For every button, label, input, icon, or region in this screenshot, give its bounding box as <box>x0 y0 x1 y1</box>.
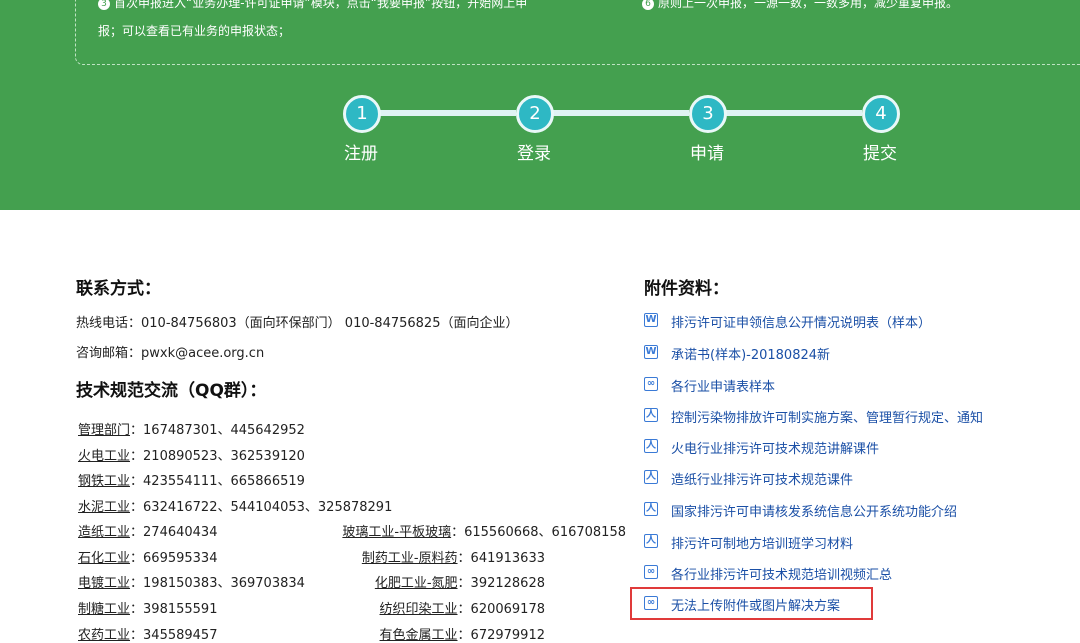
step-connector-1 <box>378 110 516 116</box>
step-1-label: 注册 <box>344 144 378 164</box>
word-doc-icon: W <box>644 313 658 327</box>
qq-group-name[interactable]: 农药工业 <box>78 628 130 643</box>
attachment-label[interactable]: 国家排污许可申请核发系统信息公开系统功能介绍 <box>671 501 957 520</box>
step-4-circle: 4 <box>862 95 900 133</box>
qq-row: 管理部门：167487301、445642952 <box>78 419 305 438</box>
contact-title: 联系方式： <box>76 279 161 299</box>
qq-group-number: 398155591 <box>143 602 218 617</box>
qq-group-name[interactable]: 石化工业 <box>78 551 130 566</box>
qq-group-number: 210890523、362539120 <box>143 449 305 464</box>
step-4-label: 提交 <box>863 144 897 164</box>
qq-separator: ： <box>130 474 144 489</box>
step-2-circle: 2 <box>516 95 554 133</box>
qq-group-name[interactable]: 玻璃工业-平板玻璃 <box>342 525 451 540</box>
attachment-label[interactable]: 排污许可制地方培训班学习材料 <box>671 533 853 552</box>
step-connector-3 <box>724 110 862 116</box>
attachments-title: 附件资料： <box>644 279 729 299</box>
qq-row: 制糖工业：398155591 <box>78 598 217 617</box>
attachment-label[interactable]: 火电行业排污许可技术规范讲解课件 <box>671 438 879 457</box>
qq-row: 电镀工业：198150383、369703834 <box>78 572 305 591</box>
qq-group-number: 669595334 <box>143 551 218 566</box>
attachment-label[interactable]: 控制污染物排放许可制实施方案、管理暂行规定、通知 <box>671 407 983 426</box>
qq-row: 玻璃工业-平板玻璃：615560668、616708158 <box>300 521 626 540</box>
contact-email: 咨询邮箱：pwxk@acee.org.cn <box>76 346 265 361</box>
qq-row: 有色金属工业：672979912 <box>300 624 545 643</box>
qq-separator: ： <box>457 628 471 643</box>
pdf-icon: 人 <box>644 534 658 548</box>
qq-group-number: 632416722、544104053、325878291 <box>143 500 393 515</box>
attachment-label[interactable]: 排污许可证申领信息公开情况说明表（样本） <box>671 312 931 331</box>
attachment-label[interactable]: 各行业申请表样本 <box>671 376 775 395</box>
qq-row: 水泥工业：632416722、544104053、325878291 <box>78 496 392 515</box>
banner: 3 首次申报进入“业务办理-许可证申请”模块，点击“我要申报”按钮，开始网上申 报… <box>0 0 1080 210</box>
qq-separator: ： <box>130 500 144 515</box>
attachment-label[interactable]: 各行业排污许可技术规范培训视频汇总 <box>671 564 892 583</box>
qq-group-name[interactable]: 水泥工业 <box>78 500 130 515</box>
qq-group-name[interactable]: 钢铁工业 <box>78 474 130 489</box>
qq-group-number: 274640434 <box>143 525 218 540</box>
qq-separator: ： <box>130 525 144 540</box>
qq-group-name[interactable]: 纺织印染工业 <box>380 602 458 617</box>
contact-hotline: 热线电话：010-84756803（面向环保部门） 010-84756825（面… <box>76 316 519 331</box>
qq-group-name[interactable]: 制药工业-原料药 <box>362 551 458 566</box>
qq-separator: ： <box>130 449 144 464</box>
step-2-label: 登录 <box>517 144 551 164</box>
qq-separator: ： <box>130 576 144 591</box>
qq-title: 技术规范交流（QQ群）： <box>76 381 267 401</box>
step-connector-2 <box>551 110 689 116</box>
qq-group-name[interactable]: 制糖工业 <box>78 602 130 617</box>
qq-separator: ： <box>457 551 471 566</box>
pdf-icon: 人 <box>644 439 658 453</box>
attachment-label[interactable]: 造纸行业排污许可技术规范课件 <box>671 469 853 488</box>
qq-group-number: 423554111、665866519 <box>143 474 305 489</box>
highlight-box <box>630 587 873 620</box>
qq-separator: ： <box>130 423 144 438</box>
qq-separator: ： <box>451 525 465 540</box>
qq-row: 化肥工业-氮肥：392128628 <box>300 572 545 591</box>
qq-separator: ： <box>457 576 471 591</box>
qq-group-name[interactable]: 管理部门 <box>78 423 130 438</box>
qq-group-number: 345589457 <box>143 628 218 643</box>
pdf-icon: 人 <box>644 408 658 422</box>
qq-separator: ： <box>457 602 471 617</box>
step-3-label: 申请 <box>690 144 724 164</box>
qq-row: 农药工业：345589457 <box>78 624 217 643</box>
link-icon: ∞ <box>644 565 658 579</box>
qq-group-name[interactable]: 火电工业 <box>78 449 130 464</box>
qq-separator: ： <box>130 551 144 566</box>
qq-group-number: 620069178 <box>470 602 545 617</box>
qq-group-number: 615560668、616708158 <box>464 525 626 540</box>
qq-group-number: 641913633 <box>470 551 545 566</box>
qq-row: 火电工业：210890523、362539120 <box>78 445 305 464</box>
qq-group-number: 392128628 <box>470 576 545 591</box>
qq-row: 石化工业：669595334 <box>78 547 217 566</box>
qq-row: 造纸工业：274640434 <box>78 521 217 540</box>
qq-separator: ： <box>130 628 144 643</box>
qq-row: 钢铁工业：423554111、665866519 <box>78 470 305 489</box>
pdf-icon: 人 <box>644 502 658 516</box>
qq-group-name[interactable]: 造纸工业 <box>78 525 130 540</box>
qq-separator: ： <box>130 602 144 617</box>
qq-group-number: 672979912 <box>470 628 545 643</box>
word-doc-icon: W <box>644 345 658 359</box>
qq-group-name[interactable]: 有色金属工业 <box>380 628 458 643</box>
step-3-circle: 3 <box>689 95 727 133</box>
qq-group-name[interactable]: 电镀工业 <box>78 576 130 591</box>
qq-group-number: 198150383、369703834 <box>143 576 305 591</box>
process-steps: 1 2 3 4 注册 登录 申请 提交 <box>0 0 1080 210</box>
qq-row: 纺织印染工业：620069178 <box>300 598 545 617</box>
qq-group-name[interactable]: 化肥工业-氮肥 <box>375 576 458 591</box>
qq-group-number: 167487301、445642952 <box>143 423 305 438</box>
pdf-icon: 人 <box>644 470 658 484</box>
step-1-circle: 1 <box>343 95 381 133</box>
link-icon: ∞ <box>644 377 658 391</box>
attachment-label[interactable]: 承诺书(样本)-20180824新 <box>671 344 830 363</box>
qq-row: 制药工业-原料药：641913633 <box>300 547 545 566</box>
